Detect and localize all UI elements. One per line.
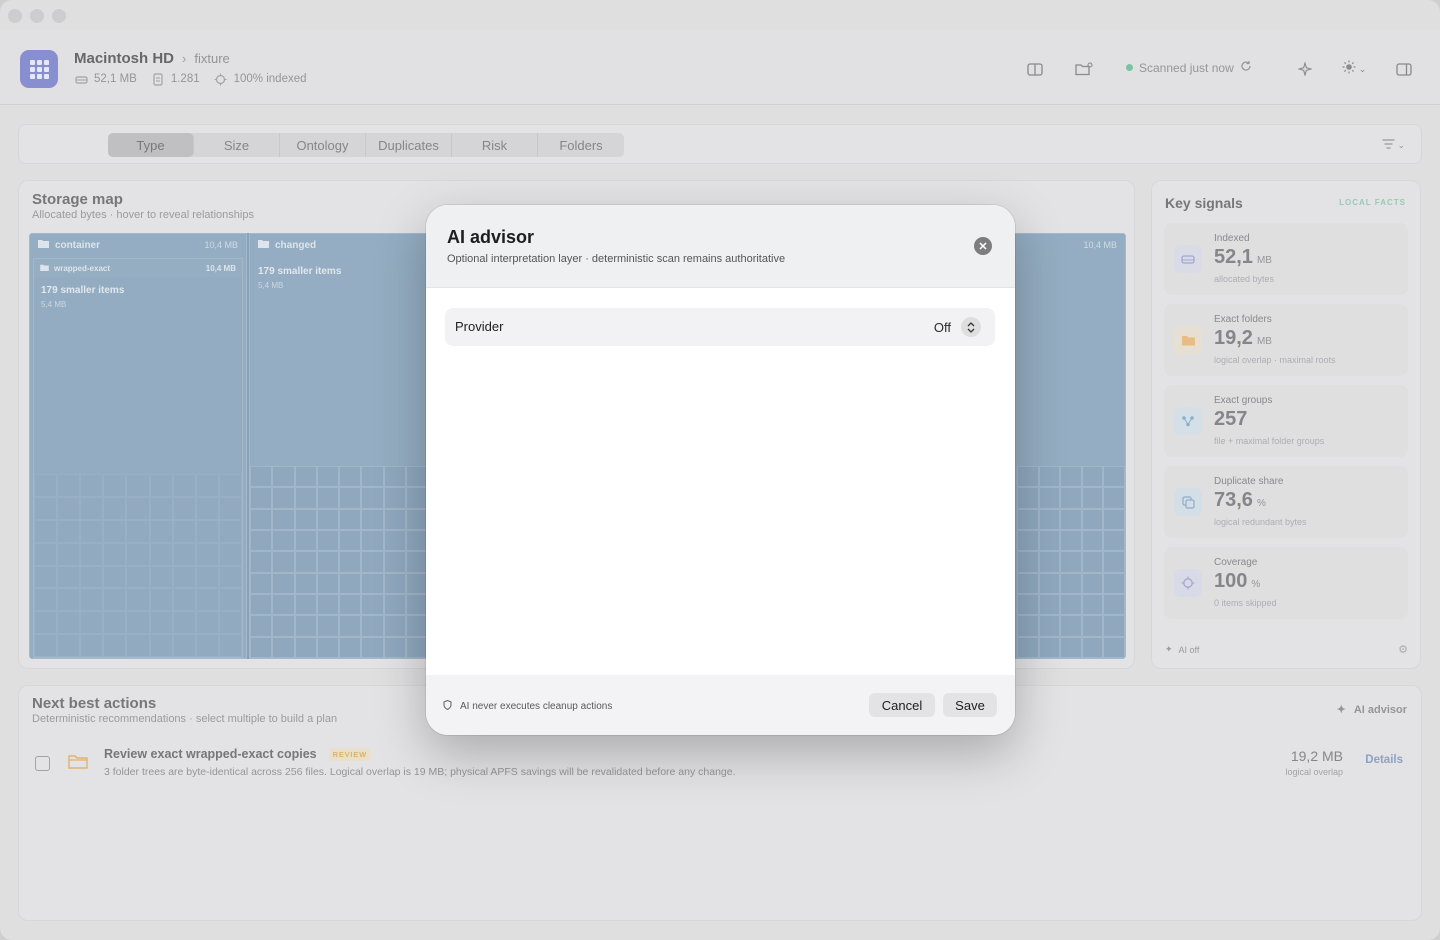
- up-down-chevron-icon[interactable]: [961, 317, 981, 337]
- dialog-footer: AI never executes cleanup actions Cancel…: [426, 675, 1015, 735]
- provider-select[interactable]: Provider Off: [445, 308, 995, 346]
- cancel-button[interactable]: Cancel: [869, 693, 935, 717]
- shield-icon: [443, 699, 452, 713]
- dialog-subtitle: Optional interpretation layer · determin…: [447, 253, 786, 265]
- ai-advisor-dialog: AI advisor Optional interpretation layer…: [426, 205, 1015, 735]
- close-icon[interactable]: ✕: [974, 237, 992, 255]
- dialog-title: AI advisor: [447, 227, 535, 247]
- save-button[interactable]: Save: [943, 693, 997, 717]
- dialog-header: AI advisor Optional interpretation layer…: [426, 205, 1015, 288]
- provider-value: Off: [933, 320, 951, 335]
- footer-note: AI never executes cleanup actions: [460, 701, 613, 712]
- app-window: Macintosh HD › fixture 52,1 MB 1.281 100…: [0, 0, 1440, 940]
- provider-label: Provider: [455, 319, 504, 334]
